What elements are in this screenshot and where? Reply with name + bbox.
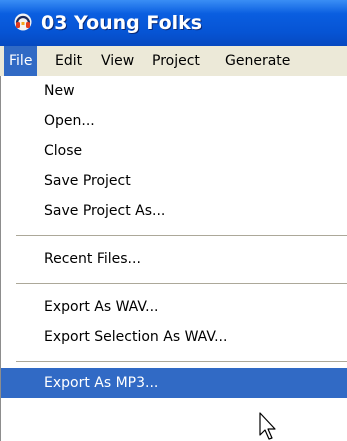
file-menu-dropdown: New Open... Close Save Project Save Proj…	[0, 76, 347, 441]
menu-item-export-selection-wav[interactable]: Export Selection As WAV...	[1, 322, 347, 352]
menu-item-new[interactable]: New	[1, 76, 347, 106]
menu-project[interactable]: Project	[147, 46, 205, 76]
menu-item-open[interactable]: Open...	[1, 106, 347, 136]
menu-separator	[16, 361, 347, 362]
mouse-pointer-icon	[259, 412, 276, 440]
audacity-icon	[14, 13, 32, 31]
menu-item-close[interactable]: Close	[1, 136, 347, 166]
menu-item-save-project-as[interactable]: Save Project As...	[1, 196, 347, 226]
menu-view[interactable]: View	[96, 46, 139, 76]
menu-item-export-mp3[interactable]: Export As MP3...	[1, 368, 347, 398]
menu-separator	[16, 283, 347, 284]
menu-bar: File Edit View Project Generate	[0, 46, 347, 76]
menu-file[interactable]: File	[4, 46, 38, 76]
menu-item-export-wav[interactable]: Export As WAV...	[1, 292, 347, 322]
menu-edit[interactable]: Edit	[50, 46, 87, 76]
title-bar[interactable]: 03 Young Folks	[0, 0, 347, 46]
menu-generate[interactable]: Generate	[220, 46, 295, 76]
window-title: 03 Young Folks	[41, 12, 203, 34]
menu-item-recent-files[interactable]: Recent Files...	[1, 244, 347, 274]
menu-separator	[16, 235, 347, 236]
menu-item-save-project[interactable]: Save Project	[1, 166, 347, 196]
